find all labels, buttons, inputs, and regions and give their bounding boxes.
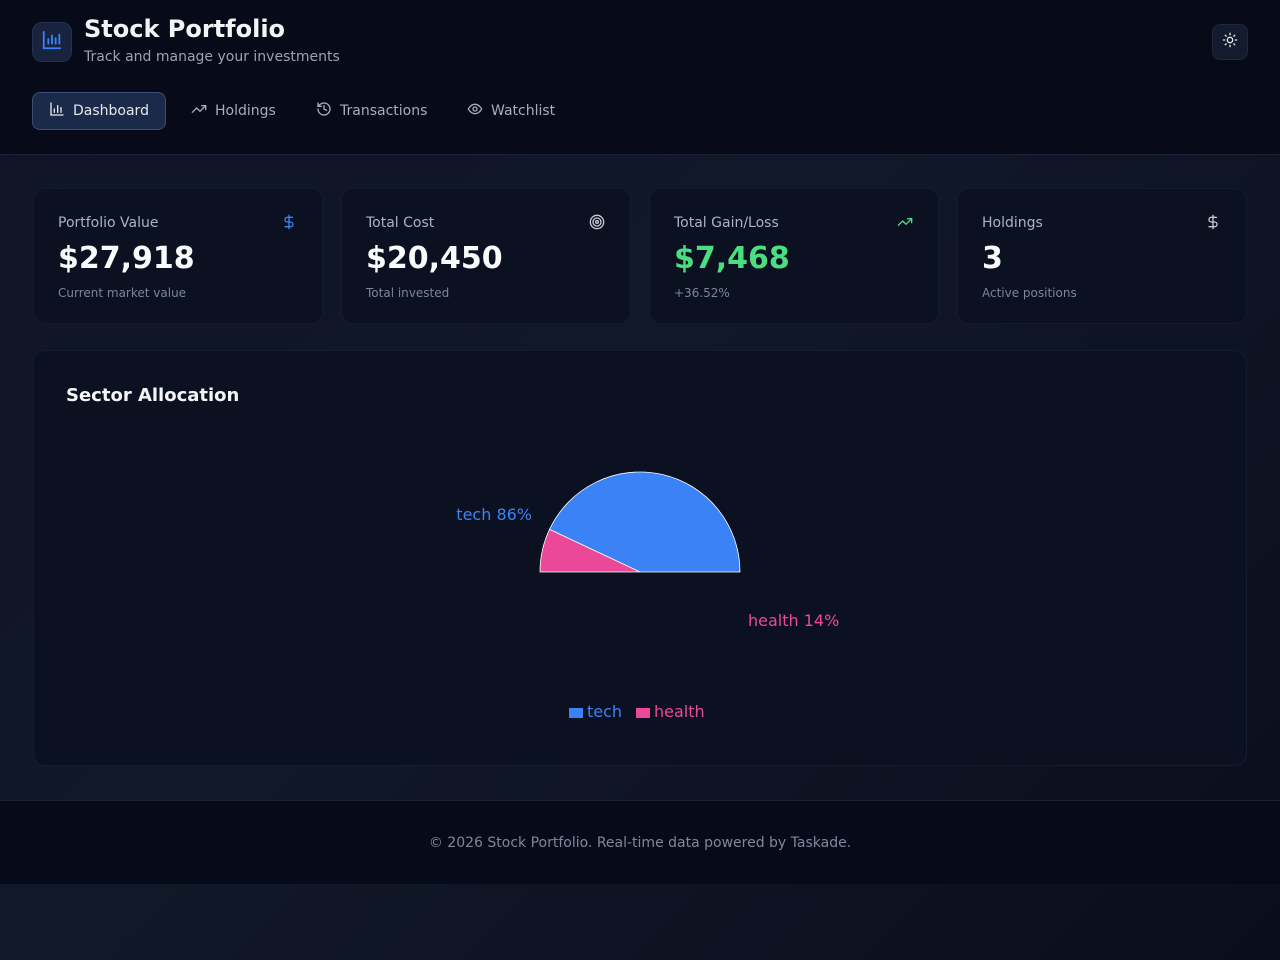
sun-icon (1222, 32, 1238, 52)
trending-up-icon (896, 213, 914, 231)
legend-item-health[interactable]: health (636, 702, 705, 721)
app-title: Stock Portfolio (84, 15, 286, 43)
tab-label: Dashboard (73, 103, 149, 119)
legend-item-tech[interactable]: tech (569, 702, 622, 721)
stat-label: Total Gain/Loss (674, 215, 779, 231)
footer-text: © 2026 Stock Portfolio. Real-time data p… (428, 834, 852, 851)
dollar-icon (1204, 213, 1222, 231)
stat-card-holdings: Holdings 3 Active positions (957, 188, 1247, 324)
app-subtitle: Track and manage your investments (84, 49, 340, 65)
stat-value: $20,450 (366, 241, 503, 276)
legend-swatch-health (636, 708, 650, 718)
stat-note: Total invested (366, 286, 450, 300)
stat-value: $7,468 (674, 241, 790, 276)
target-icon (588, 213, 606, 231)
stat-card-portfolio-value: Portfolio Value $27,918 Current market v… (33, 188, 323, 324)
bar-chart-icon (41, 29, 63, 55)
pie-label-tech: tech 86% (456, 505, 532, 524)
sector-allocation-chart: tech 86% health 14% tech health (456, 471, 839, 721)
stat-note: +36.52% (674, 286, 730, 300)
tab-watchlist[interactable]: Watchlist (450, 92, 572, 130)
sector-allocation-panel: Sector Allocation tech 86% health 14% tech… (33, 350, 1247, 766)
stat-value: 3 (982, 241, 1003, 276)
tab-dashboard[interactable]: Dashboard (32, 92, 166, 130)
stat-note: Active positions (982, 286, 1077, 300)
bar-chart-icon (49, 101, 65, 121)
theme-toggle-button[interactable] (1212, 24, 1248, 60)
tab-label: Watchlist (491, 103, 556, 119)
tab-transactions[interactable]: Transactions (299, 92, 444, 130)
tab-label: Transactions (340, 103, 428, 119)
trending-up-icon (191, 101, 207, 121)
stat-label: Holdings (982, 215, 1043, 231)
footer: © 2026 Stock Portfolio. Real-time data p… (0, 800, 1280, 884)
stat-card-total-gain-loss: Total Gain/Loss $7,468 +36.52% (649, 188, 939, 324)
stat-label: Total Cost (366, 215, 435, 231)
history-icon (316, 101, 332, 121)
eye-icon (467, 101, 483, 121)
stat-card-total-cost: Total Cost $20,450 Total invested (341, 188, 631, 324)
legend-label-health: health (654, 702, 705, 721)
app-header: Stock Portfolio Track and manage your in… (0, 0, 1280, 155)
logo (32, 22, 72, 62)
pie-label-health: health 14% (748, 611, 839, 630)
tab-holdings[interactable]: Holdings (174, 92, 293, 130)
stat-value: $27,918 (58, 241, 195, 276)
legend-swatch-tech (569, 708, 583, 718)
legend-label-tech: tech (587, 702, 622, 721)
tab-label: Holdings (215, 103, 276, 119)
stat-label: Portfolio Value (58, 215, 159, 231)
stat-note: Current market value (58, 286, 187, 300)
dollar-icon (280, 213, 298, 231)
